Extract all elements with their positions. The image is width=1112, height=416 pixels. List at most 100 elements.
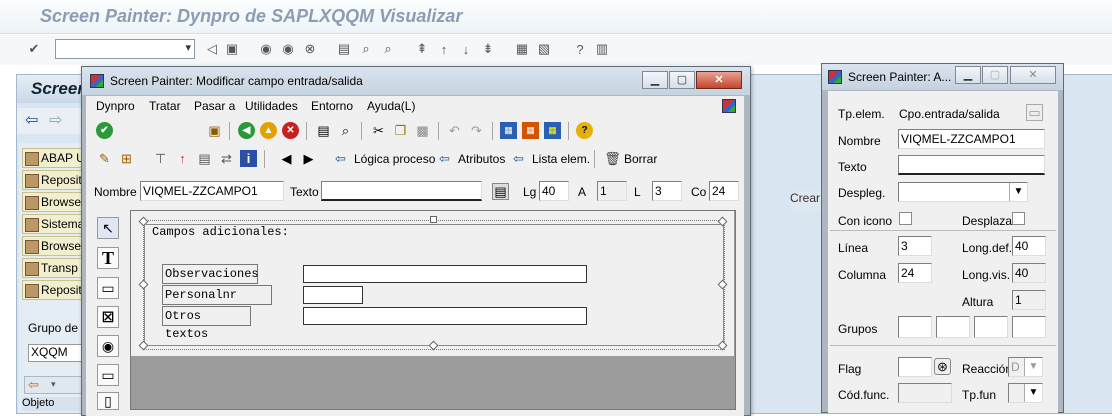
l-input[interactable]: 3	[652, 181, 682, 201]
find-icon[interactable]: ⌕	[358, 41, 374, 57]
structure-icon[interactable]: ⊤	[152, 150, 169, 167]
redo-icon[interactable]: ↷	[468, 122, 485, 139]
print-icon[interactable]: ▤	[336, 41, 352, 57]
last-page-icon[interactable]: ⇟	[480, 41, 496, 57]
otros-textos-label[interactable]: Otros textos	[162, 306, 251, 341]
atributos-button[interactable]: Atributos	[458, 152, 505, 166]
pencil-icon[interactable]: ✎	[96, 150, 113, 167]
shortcut-icon[interactable]: ▧	[536, 41, 552, 57]
previous-icon[interactable]: ◀	[278, 150, 295, 167]
texto-input[interactable]	[321, 181, 482, 201]
dict-fields-icon[interactable]: ▤	[196, 150, 213, 167]
otros-textos-input[interactable]	[303, 307, 587, 325]
menu-dynpro[interactable]: Dynpro	[96, 99, 135, 113]
paste-icon[interactable]: ▩	[414, 122, 431, 139]
forward-arrow-icon[interactable]: ⇨	[49, 110, 62, 130]
grupo-2-input[interactable]	[936, 316, 970, 338]
exit-icon[interactable]: ▲	[260, 122, 277, 139]
observaciones-input[interactable]	[303, 265, 587, 283]
enter-icon[interactable]: ✔	[96, 122, 113, 139]
observaciones-label[interactable]: Observaciones	[162, 264, 259, 284]
hierarchy-icon[interactable]: ⊞	[118, 150, 135, 167]
back-arrow-icon[interactable]: ⇦	[25, 110, 38, 130]
tp-fun-dropdown[interactable]: ▼	[1008, 383, 1043, 403]
attr-nombre-input[interactable]: VIQMEL-ZZCAMPO1	[898, 129, 1045, 149]
close-button[interactable]: ✕	[1010, 66, 1056, 84]
layout-mode-icon[interactable]: ▦	[500, 122, 517, 139]
long-def-input[interactable]: 40	[1012, 236, 1046, 256]
prev-page-icon[interactable]: ↑	[436, 41, 452, 57]
browser-item-system[interactable]: Sistema	[22, 214, 84, 234]
back-icon[interactable]: ◀	[238, 122, 255, 139]
close-button[interactable]: ✕	[696, 71, 742, 89]
flow-icon[interactable]: ⇄	[218, 150, 235, 167]
menu-ayuda[interactable]: Ayuda(L)	[367, 99, 415, 113]
personalnr-label[interactable]: Personalnr	[162, 285, 272, 305]
pin-icon[interactable]: ↑	[174, 150, 191, 167]
find-icon[interactable]: ⌕	[337, 122, 354, 139]
checkbox-tool[interactable]: ☒	[97, 306, 119, 328]
maximize-button[interactable]: ▢	[669, 71, 695, 89]
menu-utilidades[interactable]: Utilidades	[245, 99, 298, 113]
personalnr-input[interactable]	[303, 286, 363, 304]
window-mode-icon[interactable]: ▦	[544, 122, 561, 139]
command-field[interactable]	[55, 39, 195, 59]
co-input[interactable]: 24	[709, 181, 739, 201]
nav-left-icon[interactable]: ⇦	[28, 377, 39, 393]
input-field-tool[interactable]: ▭	[97, 277, 119, 299]
undo-icon[interactable]: ↶	[446, 122, 463, 139]
linea-input[interactable]: 3	[898, 236, 932, 256]
grupo-1-input[interactable]	[898, 316, 932, 338]
enter-icon[interactable]: ✔	[26, 41, 42, 57]
flag-input[interactable]	[898, 357, 932, 377]
menu-entorno[interactable]: Entorno	[311, 99, 353, 113]
nombre-input[interactable]: VIQMEL-ZZCAMPO1	[140, 181, 284, 201]
graphic-mode-icon[interactable]: ▦	[522, 122, 539, 139]
minimize-button[interactable]: ▁	[642, 71, 668, 89]
lista-elem-button[interactable]: Lista elem.	[532, 152, 590, 166]
dictionary-icon[interactable]: ▤	[492, 183, 509, 200]
first-page-icon[interactable]: ⇞	[414, 41, 430, 57]
print-icon[interactable]: ▤	[315, 122, 332, 139]
save-icon[interactable]: ▣	[224, 41, 240, 57]
despleg-dropdown[interactable]: ▼	[898, 182, 1028, 202]
layout-icon[interactable]	[722, 99, 736, 113]
cancel-icon[interactable]: ⊗	[302, 41, 318, 57]
columna-input[interactable]: 24	[898, 263, 932, 283]
attr-texto-input[interactable]	[898, 155, 1045, 175]
con-icono-checkbox[interactable]	[899, 212, 912, 225]
browser-item-abap[interactable]: ABAP U	[22, 148, 84, 168]
cancel-icon[interactable]: ✕	[282, 122, 299, 139]
pushbutton-tool[interactable]: ▭	[97, 364, 119, 386]
new-session-icon[interactable]: ▦	[514, 41, 530, 57]
element-type-icon[interactable]: ▭	[1026, 104, 1043, 121]
back-small-icon[interactable]: ◁	[204, 41, 220, 57]
cut-icon[interactable]: ✂	[370, 122, 387, 139]
flag-help-icon[interactable]: ⊛	[934, 358, 951, 375]
browser-item-transport[interactable]: Transp	[22, 258, 84, 278]
menu-tratar[interactable]: Tratar	[149, 99, 181, 113]
layout-menu-icon[interactable]: ▥	[594, 41, 610, 57]
grupo-3-input[interactable]	[974, 316, 1008, 338]
grupo-input[interactable]: XQQM	[28, 344, 88, 362]
back-icon[interactable]: ◉	[258, 41, 274, 57]
next-page-icon[interactable]: ↓	[458, 41, 474, 57]
reaccion-dropdown[interactable]: D ▼	[1008, 357, 1043, 377]
logica-proceso-button[interactable]: Lógica proceso	[354, 152, 435, 166]
box-tool[interactable]: ▯	[97, 392, 119, 410]
menu-pasar-a[interactable]: Pasar a	[194, 99, 235, 113]
minimize-button[interactable]: ▁	[955, 66, 981, 84]
lg-input[interactable]: 40	[539, 181, 569, 201]
find-next-icon[interactable]: ⌕	[380, 41, 396, 57]
radio-tool[interactable]: ◉	[97, 335, 119, 357]
save-icon[interactable]: ▣	[206, 122, 223, 139]
resize-handle[interactable]	[430, 216, 437, 223]
browser-item-browser[interactable]: Browse	[22, 192, 84, 212]
maximize-button[interactable]: ▢	[982, 66, 1008, 84]
nav-down-icon[interactable]: ▾	[51, 379, 56, 390]
browser-item-browser-2[interactable]: Browse	[22, 236, 84, 256]
browser-item-repository-2[interactable]: Reposit	[22, 280, 84, 300]
help-icon[interactable]: ?	[576, 122, 593, 139]
pointer-tool[interactable]: ↖	[97, 217, 119, 239]
grupo-4-input[interactable]	[1012, 316, 1046, 338]
